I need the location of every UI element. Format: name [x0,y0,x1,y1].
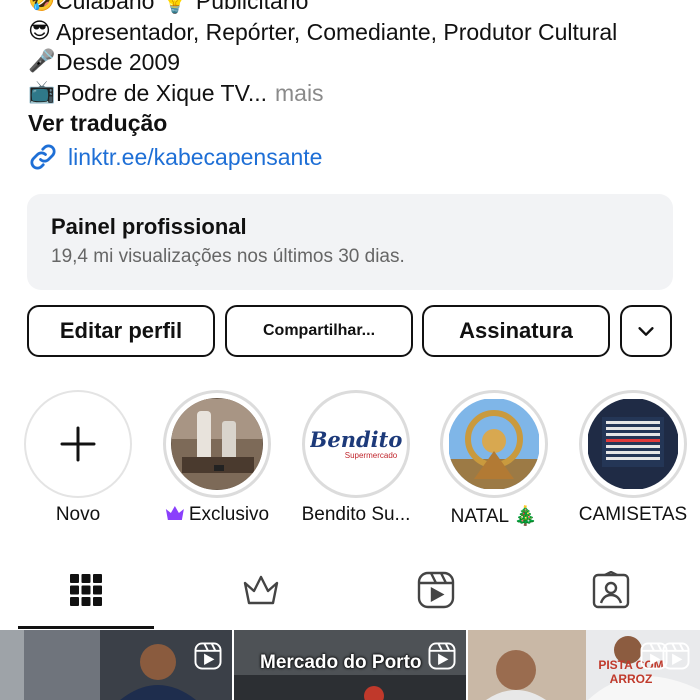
tagged-icon [592,571,630,609]
profile-tab-bar [0,560,700,629]
highlight-label: Novo [55,504,101,525]
highlight-label: Bendito Su... [301,504,411,525]
dashboard-title: Painel profissional [51,214,247,239]
highlight-natal[interactable]: NATAL 🎄 [440,390,548,527]
subscription-button[interactable]: Assinatura [422,305,610,357]
reels-icon [194,642,222,670]
bio-line: 😎 Apresentador, Repórter, Comediante, Pr… [28,17,688,48]
bio-emoji: 🎤 [28,49,56,74]
highlight-ring [24,390,132,498]
highlight-ring [163,390,271,498]
bio-emoji: 📺 [28,79,56,105]
suggested-accounts-button[interactable] [620,305,672,357]
share-profile-button[interactable]: Compartilhar... [225,305,413,357]
profile-link[interactable]: linktr.ee/kabecapensante [68,144,322,171]
bio-more-link[interactable]: mais [275,78,324,109]
bendito-logo: Bendito [310,426,402,452]
highlight-camisetas[interactable]: CAMISETAS [579,390,687,525]
plus-icon [60,426,96,462]
tab-exclusive[interactable] [241,570,281,610]
crown-icon [165,506,184,520]
edit-profile-button[interactable]: Editar perfil [27,305,215,357]
crown-icon [243,575,279,605]
highlight-cover [587,398,679,490]
bio-emoji: 😎 [28,18,51,44]
highlight-new[interactable]: Novo [24,390,132,525]
post-thumbnail[interactable]: PISTA COM ARROZ [468,630,700,700]
highlight-bendito[interactable]: Bendito Supermercado Bendito Su... [302,390,410,525]
post-thumbnail[interactable] [0,630,232,700]
highlight-cover-image [449,399,539,489]
bio-line: 🎤 Desde 2009 [28,47,688,78]
highlight-cover [171,398,263,490]
grid-icon [70,574,102,606]
highlight-cover [448,398,540,490]
bio-text: Cuiabano 💡 Publicitário [56,0,309,14]
profile-bio: 🤣 Cuiabano 💡 Publicitário 😎 Apresentador… [28,0,688,108]
reels-icon [417,571,455,609]
see-translation-link[interactable]: Ver tradução [28,110,167,137]
active-tab-indicator [18,626,154,629]
tab-tagged[interactable] [591,570,631,610]
highlight-label: Exclusivo [165,504,269,526]
highlight-exclusive[interactable]: Exclusivo [163,390,271,525]
highlight-cover-image [172,399,262,489]
tab-reels[interactable] [416,570,456,610]
post-caption: Mercado do Porto [260,652,422,673]
chevron-down-icon [638,327,654,336]
bio-text: Desde 2009 [56,49,181,75]
bendito-logo-sub: Supermercado [344,450,398,460]
dashboard-subtitle: 19,4 mi visualizações nos últimos 30 dia… [51,246,405,267]
reels-icon [640,642,668,670]
highlight-ring: Bendito Supermercado [302,390,410,498]
bio-line: 📺 Podre de Xique TV... mais [28,78,688,109]
post-grid: Mercado do Porto PISTA COM ARROZ [0,630,700,700]
highlight-ring [440,390,548,498]
highlight-ring [579,390,687,498]
bio-line: 🤣 Cuiabano 💡 Publicitário [28,0,688,17]
highlight-cover-image [588,399,678,489]
reels-icon [428,642,456,670]
highlight-label: NATAL 🎄 [450,506,538,527]
post-thumbnail[interactable]: Mercado do Porto [234,630,466,700]
tab-posts[interactable] [66,570,106,610]
bio-emoji: 🤣 [28,0,56,13]
profile-link-row[interactable]: linktr.ee/kabecapensante [28,142,322,172]
highlight-cover: Bendito Supermercado [310,398,402,490]
bio-text: Podre de Xique TV... [56,79,267,106]
highlight-label-text: Exclusivo [188,504,270,525]
bio-text: Apresentador, Repórter, Comediante, Prod… [56,18,618,45]
professional-dashboard-card[interactable]: Painel profissional 19,4 mi visualizaçõe… [27,194,673,290]
highlight-label: CAMISETAS [578,504,688,525]
link-icon [30,144,56,170]
